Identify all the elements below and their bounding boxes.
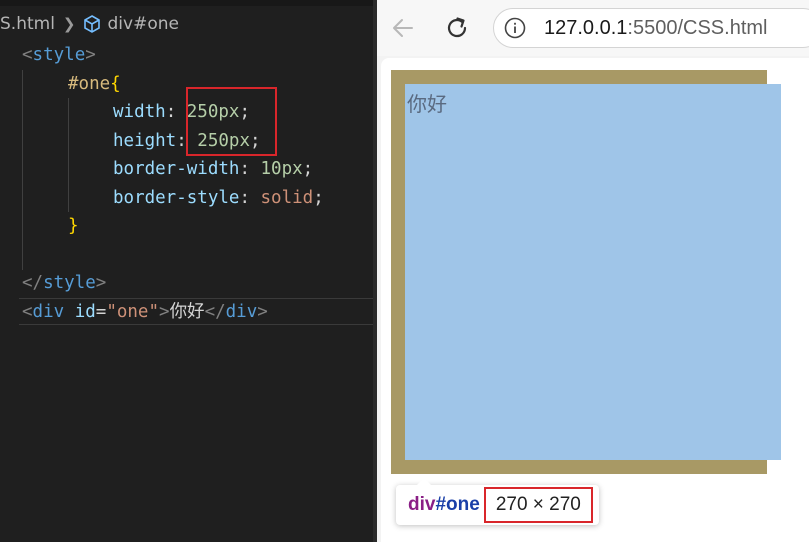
chevron-right-icon: ❯	[62, 15, 76, 33]
code-line: #one{	[68, 74, 121, 94]
browser-preview: 127.0.0.1:5500/CSS.html 你好 div #one 270 ×…	[377, 0, 809, 542]
info-icon[interactable]	[504, 17, 526, 39]
breadcrumb-element[interactable]: div#one	[108, 14, 179, 34]
arrow-left-icon	[393, 19, 413, 37]
tooltip-arrow	[416, 478, 432, 486]
refresh-icon	[447, 17, 467, 38]
div-one-border-box[interactable]: 你好	[391, 70, 781, 474]
tooltip-dimensions: 270 × 270	[483, 487, 593, 523]
code-line: <style>	[22, 45, 96, 65]
url-text[interactable]: 127.0.0.1:5500/CSS.html	[544, 9, 768, 47]
code-line: border-width: 10px;	[113, 159, 314, 179]
indent-guide	[68, 98, 69, 212]
tooltip-element-id: #one	[435, 494, 480, 515]
breadcrumb: S.html ❯ div#one	[0, 10, 179, 38]
browser-toolbar: 127.0.0.1:5500/CSS.html	[377, 0, 809, 56]
tooltip-tag-name: div	[408, 494, 436, 515]
editor-top-bar	[0, 0, 373, 6]
page-viewport: 你好 div #one 270 × 270	[381, 58, 809, 542]
address-bar[interactable]: 127.0.0.1:5500/CSS.html	[493, 8, 809, 48]
code-line: border-style: solid;	[113, 188, 324, 208]
inspect-tooltip: div #one 270 × 270	[396, 478, 599, 525]
code-annotation-box	[186, 87, 277, 156]
code-line: }	[68, 216, 79, 236]
div-one-content-box: 你好	[405, 84, 781, 460]
cube-symbol-icon	[83, 15, 100, 33]
div-one-text: 你好	[407, 92, 447, 116]
code-line: </style>	[22, 273, 107, 293]
reload-button[interactable]	[441, 12, 473, 44]
back-button[interactable]	[387, 12, 419, 44]
breadcrumb-file[interactable]: S.html	[0, 14, 55, 34]
code-editor[interactable]: S.html ❯ div#one <style> #one{ width: 25…	[0, 0, 373, 542]
code-line: <div id="one">你好</div>	[22, 302, 268, 322]
indent-guide	[22, 70, 23, 270]
